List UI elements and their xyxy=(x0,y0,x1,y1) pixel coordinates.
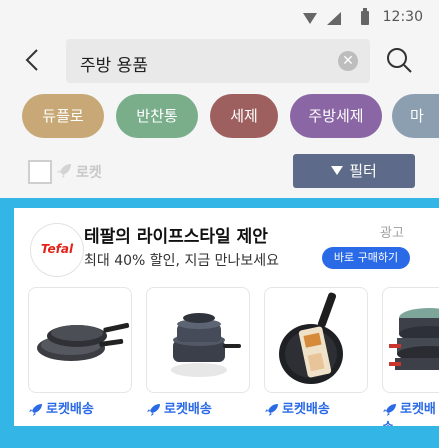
ad-label: 광고 xyxy=(380,226,404,241)
rocket-icon xyxy=(383,403,396,416)
filter-row: 로켓 필터 xyxy=(0,144,439,198)
brand-name: Tefal xyxy=(40,242,74,256)
rocket-delivery-label: 로켓배송 xyxy=(146,398,212,417)
clear-icon[interactable]: ✕ xyxy=(338,51,358,71)
chip-dish-soap[interactable]: 주방세제 xyxy=(290,94,382,138)
rocket-only-checkbox[interactable] xyxy=(28,160,52,184)
signal-icon xyxy=(327,12,341,25)
frying-pan-set-image xyxy=(37,322,130,361)
battery-icon xyxy=(361,8,369,25)
brand-logo: Tefal xyxy=(30,223,84,277)
filter-button-label: 필터 xyxy=(349,162,377,180)
chip-more[interactable]: 마 xyxy=(392,94,439,138)
keyword-chips: 듀플로 반찬통 세제 주방세제 마 xyxy=(0,88,439,144)
search-query: 주방 용품 xyxy=(80,56,148,76)
filter-button[interactable]: 필터 xyxy=(293,154,415,188)
product-card[interactable] xyxy=(146,287,250,393)
rocket-filter-label: 로켓 xyxy=(76,165,102,181)
chip-duplo[interactable]: 듀플로 xyxy=(22,94,104,138)
frying-pan-image xyxy=(279,292,343,384)
buy-now-button[interactable]: 바로 구매하기 xyxy=(322,247,410,269)
filter-icon xyxy=(331,166,344,175)
search-bar: 주방 용품 ✕ xyxy=(0,34,439,88)
rocket-delivery-label: 로켓배송 xyxy=(382,398,439,426)
rocket-icon xyxy=(265,403,278,416)
back-arrow-icon[interactable] xyxy=(20,47,46,73)
wifi-icon xyxy=(303,13,317,24)
product-card[interactable] xyxy=(382,287,439,393)
sponsored-banner: Tefal 테팔의 라이프스타일 제안 최대 40% 할인, 지금 만나보세요 … xyxy=(0,198,439,448)
rocket-icon xyxy=(29,403,42,416)
pot-set-image xyxy=(389,308,439,370)
search-icon[interactable] xyxy=(384,45,414,75)
rocket-icon xyxy=(147,403,160,416)
search-input[interactable]: 주방 용품 ✕ xyxy=(66,39,370,83)
rocket-icon xyxy=(57,164,71,178)
status-time: 12:30 xyxy=(382,9,423,25)
product-card[interactable] xyxy=(264,287,368,393)
chip-detergent[interactable]: 세제 xyxy=(210,94,278,138)
ad-title: 테팔의 라이프스타일 제안 xyxy=(84,227,268,247)
rocket-delivery-label: 로켓배송 xyxy=(28,398,94,417)
rocket-delivery-label: 로켓배송 xyxy=(264,398,330,417)
cookware-stack-image xyxy=(171,313,241,377)
status-bar: 12:30 xyxy=(0,0,439,34)
ad-card[interactable]: Tefal 테팔의 라이프스타일 제안 최대 40% 할인, 지금 만나보세요 … xyxy=(14,208,439,426)
ad-subtitle: 최대 40% 할인, 지금 만나보세요 xyxy=(84,253,280,269)
product-card[interactable] xyxy=(28,287,132,393)
chip-side-dish-container[interactable]: 반찬통 xyxy=(116,94,198,138)
